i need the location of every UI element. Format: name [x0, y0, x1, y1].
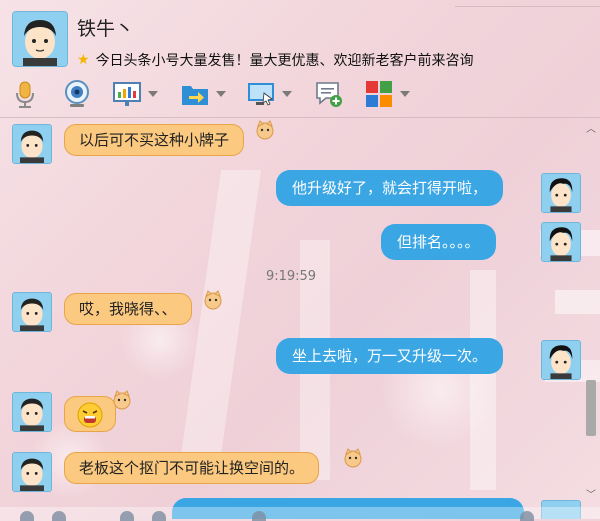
screen-share-button[interactable] — [112, 78, 158, 110]
add-chat-button[interactable] — [314, 78, 344, 110]
contact-status: ★ 今日头条小号大量发售！量大更优惠、欢迎新老客户前来咨询 — [77, 50, 474, 70]
monitor-icon — [248, 83, 274, 106]
font-icon[interactable] — [20, 511, 34, 521]
person-avatar-icon — [13, 125, 51, 163]
message-list[interactable]: 以后可不买这种小牌子 他升级好了，就会打得开啦， 但排名。。。。 9:19:59 — [0, 118, 582, 519]
contact-name[interactable]: 铁牛丶 — [77, 14, 134, 41]
message-bubble-incoming[interactable]: 哎，我晓得、、 — [64, 293, 192, 325]
person-avatar-icon — [542, 341, 580, 379]
message-bubble-outgoing[interactable]: 但排名。。。。 — [381, 224, 496, 260]
contact-avatar[interactable] — [12, 11, 68, 67]
message-add-icon — [316, 82, 342, 107]
emoji-icon[interactable] — [52, 511, 66, 521]
my-avatar-small[interactable] — [541, 173, 581, 213]
webcam-icon — [65, 80, 89, 107]
star-icon: ★ — [77, 52, 90, 68]
person-avatar-icon — [13, 12, 67, 66]
message-bubble-outgoing[interactable]: 他升级好了，就会打得开啦， — [276, 170, 504, 206]
screenshot-icon[interactable] — [252, 511, 266, 521]
message-bubble-incoming-emoji[interactable] — [64, 396, 116, 432]
my-avatar-small[interactable] — [541, 222, 581, 262]
person-avatar-icon — [13, 293, 51, 331]
message-scrollbar[interactable]: ︿ ﹀ — [582, 118, 600, 519]
voice-message-icon[interactable] — [152, 511, 166, 521]
message-bubble-incoming[interactable]: 以后可不买这种小牌子 — [64, 124, 245, 156]
history-icon[interactable] — [520, 511, 534, 521]
person-avatar-icon — [542, 174, 580, 212]
file-transfer-button[interactable] — [180, 78, 226, 110]
status-message: 今日头条小号大量发售！量大更优惠、欢迎新老客户前来咨询 — [95, 53, 474, 69]
contact-avatar-small[interactable] — [12, 392, 52, 432]
cat-sticker-icon — [256, 120, 274, 140]
input-toolbar-strip — [0, 507, 600, 519]
scroll-up-icon[interactable]: ︿ — [585, 122, 597, 135]
scroll-down-icon[interactable]: ﹀ — [585, 488, 597, 501]
chevron-down-icon[interactable] — [216, 91, 226, 97]
video-call-button[interactable] — [62, 78, 92, 110]
my-avatar-small[interactable] — [541, 340, 581, 380]
header-border — [455, 0, 600, 7]
shake-icon[interactable] — [120, 511, 134, 521]
voice-call-button[interactable] — [10, 78, 40, 110]
contact-avatar-small[interactable] — [12, 124, 52, 164]
microphone-icon — [16, 81, 34, 108]
chevron-down-icon[interactable] — [282, 91, 292, 97]
chevron-down-icon[interactable] — [148, 91, 158, 97]
message-bubble-outgoing[interactable]: 坐上去啦，万一又升级一次。 — [276, 338, 504, 374]
cat-sticker-icon — [344, 448, 362, 468]
chat-toolbar — [10, 78, 600, 110]
cat-sticker-icon — [204, 290, 222, 310]
cat-sticker-icon — [113, 390, 131, 410]
person-avatar-icon — [13, 453, 51, 491]
message-bubble-incoming[interactable]: 老板这个抠门不可能让换空间的。 — [64, 452, 320, 484]
presentation-icon — [113, 82, 141, 106]
app-grid-icon — [366, 81, 392, 107]
chevron-down-icon[interactable] — [400, 91, 410, 97]
tired-face-emoji-icon — [77, 402, 103, 427]
folder-send-icon — [182, 86, 208, 105]
person-avatar-icon — [542, 223, 580, 261]
contact-avatar-small[interactable] — [12, 292, 52, 332]
apps-button[interactable] — [364, 78, 410, 110]
scrollbar-thumb[interactable] — [586, 380, 596, 436]
remote-desktop-button[interactable] — [246, 78, 292, 110]
message-timestamp: 9:19:59 — [265, 269, 317, 284]
person-avatar-icon — [13, 393, 51, 431]
contact-avatar-small[interactable] — [12, 452, 52, 492]
